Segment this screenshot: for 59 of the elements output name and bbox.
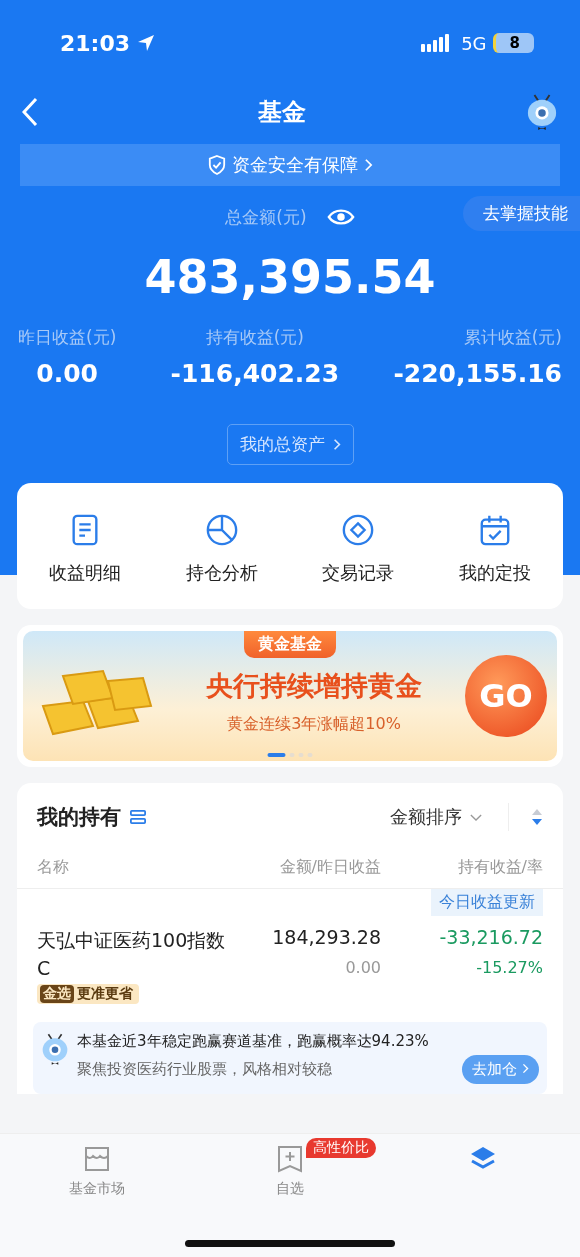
- chevron-down-icon: [470, 812, 482, 822]
- promo-subline: 黄金连续3年涨幅超10%: [227, 713, 401, 735]
- fund-name[interactable]: 天弘中证医药100指数C: [37, 926, 227, 982]
- fund-profit: -33,216.72: [439, 926, 543, 948]
- battery-indicator: 8: [492, 33, 534, 53]
- add-position-button[interactable]: 去加仓: [462, 1055, 539, 1084]
- sort-order-icon[interactable]: [531, 807, 543, 827]
- holdings-title: 我的持有: [37, 804, 121, 831]
- update-tag: 今日收益更新: [431, 889, 543, 916]
- skill-pill[interactable]: 去掌握技能: [463, 196, 580, 231]
- stat-value: -220,155.16: [393, 359, 562, 388]
- sort-dropdown[interactable]: 金额排序: [390, 805, 462, 829]
- stat-value: -116,402.23: [170, 359, 340, 388]
- quick-action-label[interactable]: 我的定投: [458, 561, 531, 585]
- eye-icon[interactable]: [326, 207, 355, 227]
- tab-label[interactable]: 自选: [276, 1180, 304, 1198]
- fund-yesterday-profit: 0.00: [345, 958, 381, 977]
- fund-profit-rate: -15.27%: [476, 958, 543, 977]
- fund-badge: 金选 更准更省: [37, 984, 139, 1004]
- promo-headline: 央行持续增持黄金: [206, 668, 422, 703]
- total-label: 总金额(元): [225, 205, 307, 229]
- chevron-right-icon: [332, 438, 341, 451]
- safety-text: 资金安全有保障: [231, 153, 358, 177]
- stat-label: 昨日收益(元): [18, 326, 117, 349]
- quick-action-label[interactable]: 持仓分析: [185, 561, 258, 585]
- tab-badge: 高性价比: [306, 1138, 376, 1158]
- network-label: 5G: [461, 32, 487, 54]
- stat-value: 0.00: [36, 359, 98, 388]
- page-title: 基金: [257, 97, 307, 128]
- back-icon[interactable]: [22, 97, 38, 127]
- column-header: 金额/昨日收益: [278, 857, 381, 878]
- tip-headline: 本基金近3年稳定跑赢赛道基准，跑赢概率达94.23%: [77, 1032, 430, 1051]
- location-arrow-icon: [136, 33, 157, 53]
- status-time: 21:03: [60, 30, 131, 56]
- go-button[interactable]: GO: [465, 655, 547, 737]
- total-assets-button[interactable]: 我的总资产: [226, 424, 354, 465]
- promo-banner[interactable]: 黄金基金 央行持续增持黄金 黄金连续3年涨幅超10% GO: [23, 631, 557, 761]
- tab-label[interactable]: 基金市场: [68, 1180, 125, 1198]
- layout-toggle-icon[interactable]: [129, 809, 147, 825]
- tip-detail: 聚焦投资医药行业股票，风格相对较稳: [77, 1060, 332, 1079]
- safety-banner[interactable]: 资金安全有保障: [20, 144, 560, 186]
- coin-icon[interactable]: [341, 513, 376, 547]
- column-header: 名称: [37, 857, 70, 878]
- fund-amount: 184,293.28: [272, 926, 381, 948]
- total-amount: 483,395.54: [143, 250, 437, 304]
- column-header: 持有收益/率: [456, 857, 543, 878]
- robot-mascot-icon: [41, 1032, 69, 1066]
- pie-chart-icon[interactable]: [204, 513, 239, 547]
- quick-action-label[interactable]: 收益明细: [49, 561, 122, 585]
- shield-check-icon: [207, 155, 226, 175]
- chevron-right-icon: [363, 158, 373, 172]
- stat-label: 持有收益(元): [205, 326, 304, 349]
- plus-bookmark-icon[interactable]: [275, 1144, 305, 1174]
- quick-action-label[interactable]: 交易记录: [322, 561, 395, 585]
- promo-tag: 黄金基金: [244, 631, 336, 658]
- chevron-right-icon: [522, 1063, 529, 1074]
- signal-icon: [421, 34, 452, 52]
- stat-label: 累计收益(元): [463, 326, 562, 349]
- robot-mascot-icon[interactable]: [526, 93, 558, 131]
